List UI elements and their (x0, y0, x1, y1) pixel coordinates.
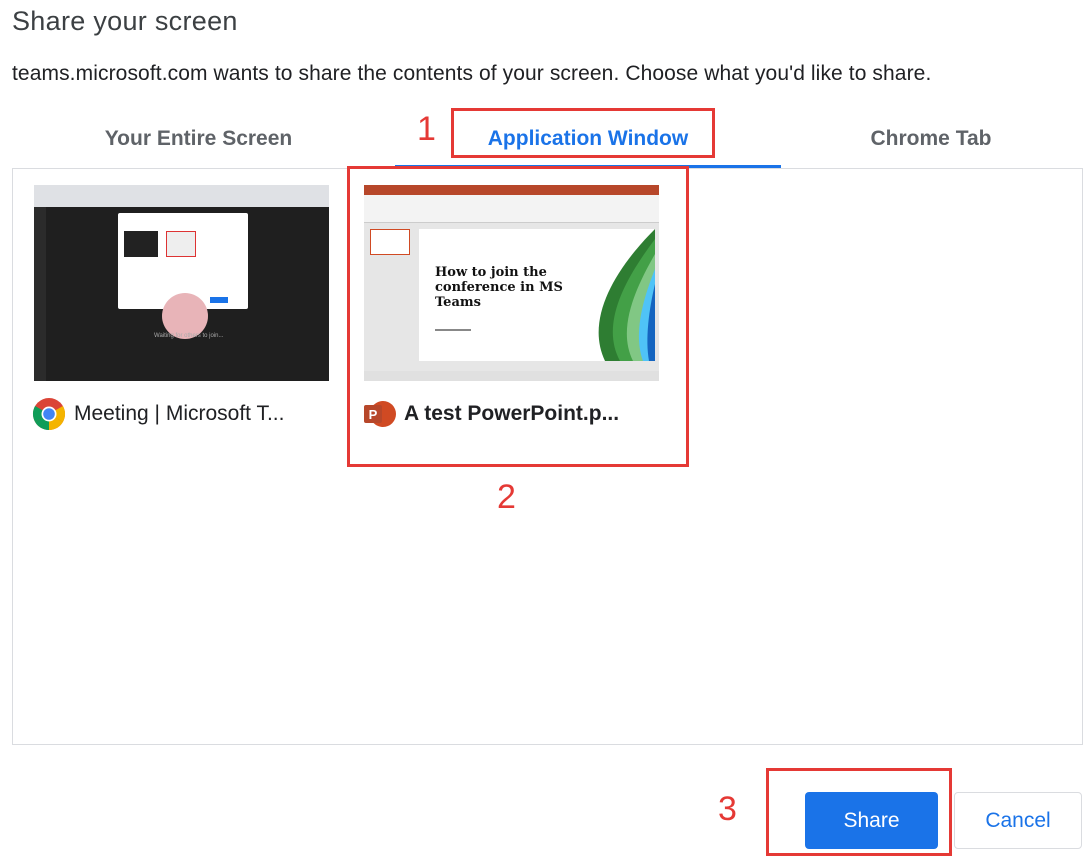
annotation-box-source (347, 166, 689, 467)
annotation-number-3: 3 (718, 790, 737, 828)
annotation-box-share (766, 768, 952, 856)
annotation-number-1: 1 (417, 110, 436, 148)
tab-chrome-tab[interactable]: Chrome Tab (781, 110, 1081, 168)
tab-entire-screen[interactable]: Your Entire Screen (12, 110, 385, 168)
annotation-box-tab (451, 108, 715, 158)
cancel-button[interactable]: Cancel (954, 792, 1082, 849)
dialog-title: Share your screen (12, 6, 238, 36)
chrome-icon (32, 397, 66, 431)
thumbnail-waiting-text: Waiting for others to join... (154, 333, 224, 339)
source-label-meeting: Meeting | Microsoft T... (74, 402, 285, 425)
source-item-meeting[interactable]: Waiting for others to join... Meeting | … (32, 183, 352, 453)
source-thumbnail-meeting: Waiting for others to join... (34, 185, 329, 381)
annotation-number-2: 2 (497, 478, 516, 516)
dialog-subtitle: teams.microsoft.com wants to share the c… (12, 62, 932, 85)
